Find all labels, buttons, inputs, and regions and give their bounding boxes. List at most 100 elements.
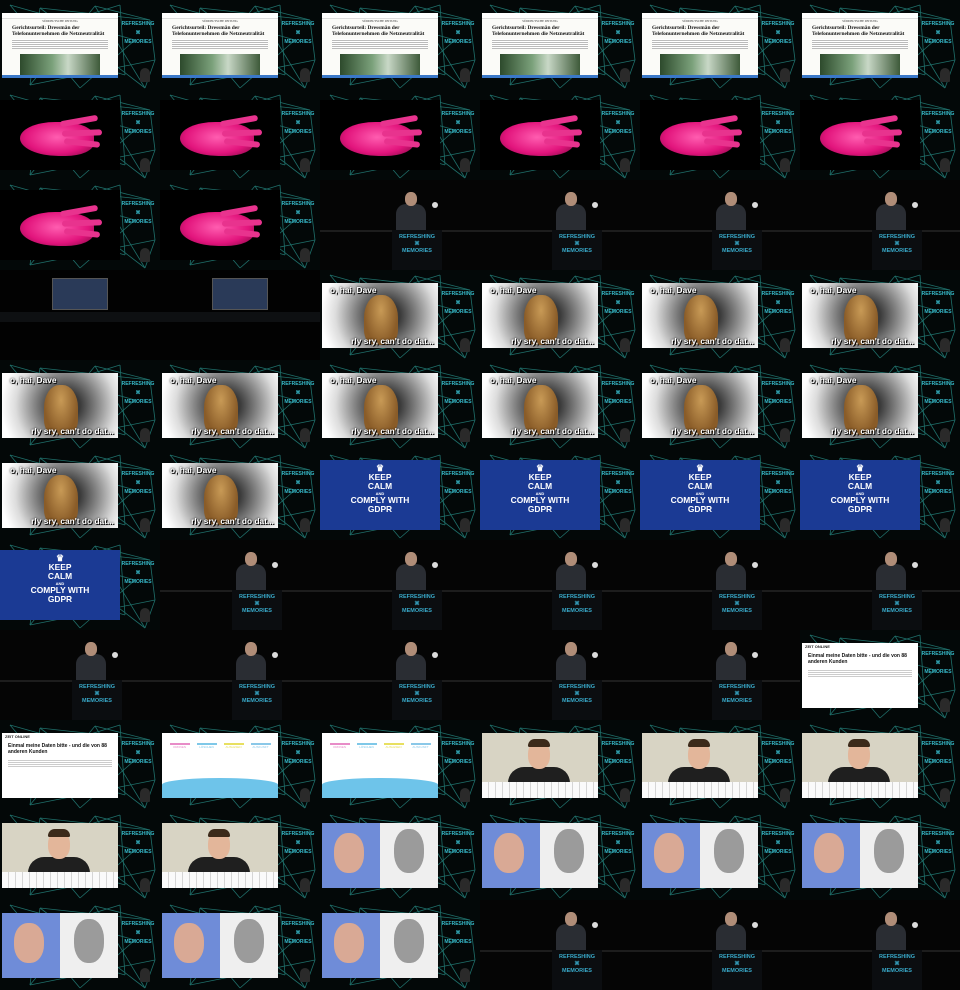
- logo-mark: ⌘: [935, 660, 941, 666]
- stage-speaker: [940, 698, 950, 712]
- frame-thumbnail: REFRESHING ⌘ MEMORIES: [800, 720, 960, 810]
- stage-floor: [0, 312, 160, 322]
- stage-logo: REFRESHING ⌘ MEMORIES: [440, 20, 476, 66]
- stage-speaker: [300, 788, 310, 802]
- logo-line1: REFRESHING: [601, 291, 635, 297]
- slide-image: o, hai, Dave rly sry, can't do dat...: [2, 463, 118, 528]
- cat-caption-top: o, hai, Dave: [170, 375, 217, 385]
- logo-line1: REFRESHING: [121, 201, 155, 207]
- stage-speaker: [460, 428, 470, 442]
- stage-speaker: [460, 788, 470, 802]
- frame-thumbnail: REFRESHING ⌘ MEMORIES ♛ KEEP CALM AND COMPLY WI…: [640, 450, 800, 540]
- frame-thumbnail: REFRESHING ⌘ MEMORIES ♛ KEEP CALM AND COMPLY WI…: [0, 540, 160, 630]
- calm-line4: GDPR: [47, 594, 73, 604]
- speaker-person: [396, 552, 426, 592]
- stage-logo: REFRESHING ⌘ MEMORIES: [920, 650, 956, 696]
- pink-finger: [61, 129, 103, 137]
- logo-line1: REFRESHING: [121, 21, 155, 27]
- frame-thumbnail: REFRESHING ⌘ MEMORIES: [320, 540, 480, 630]
- paper-photo: [500, 54, 580, 76]
- frame-thumbnail: REFRESHING ⌘ MEMORIES: [480, 810, 640, 900]
- slide-image: SÜDDEUTSCHE ZEITUNG Gerichtsurteil: Dress…: [482, 13, 598, 78]
- slide-image: o, hai, Dave rly sry, can't do dat...: [162, 463, 278, 528]
- logo-line2: MEMORIES: [604, 489, 632, 495]
- podium-mark: ⌘: [414, 691, 420, 697]
- podium-mark: ⌘: [414, 601, 420, 607]
- speaker-head: [885, 192, 897, 206]
- logo-line1: REFRESHING: [281, 381, 315, 387]
- stage-speaker: [780, 788, 790, 802]
- logo-mark: ⌘: [935, 750, 941, 756]
- frame-thumbnail: REFRESHING ⌘ MEMORIES: [320, 900, 480, 990]
- calm-line2: CALM: [527, 481, 553, 491]
- podium: REFRESHING ⌘ MEMORIES: [392, 230, 442, 270]
- logo-mark: ⌘: [295, 840, 301, 846]
- logo-line1: REFRESHING: [121, 921, 155, 927]
- speaker-body: [556, 654, 586, 682]
- podium: REFRESHING ⌘ MEMORIES: [872, 230, 922, 270]
- pink-finger: [221, 129, 263, 137]
- logo-line2: MEMORIES: [124, 849, 152, 855]
- podium-line1: REFRESHING: [558, 594, 596, 600]
- stage-speaker: [620, 428, 630, 442]
- stage-logo: REFRESHING ⌘ MEMORIES: [440, 110, 476, 156]
- stage-speaker: [140, 158, 150, 172]
- stage-speaker: [940, 428, 950, 442]
- logo-line2: MEMORIES: [124, 39, 152, 45]
- logo-line2: MEMORIES: [444, 489, 472, 495]
- cat-caption-top: o, hai, Dave: [810, 375, 857, 385]
- portrait-hair: [48, 829, 70, 837]
- calm-line4: GDPR: [847, 504, 873, 514]
- podium: REFRESHING ⌘ MEMORIES: [232, 590, 282, 630]
- online-brand: ZEIT ONLINE: [805, 644, 830, 649]
- stage-logo: REFRESHING ⌘ MEMORIES: [280, 470, 316, 516]
- calm-line2: CALM: [847, 481, 873, 491]
- logo-mark: ⌘: [935, 480, 941, 486]
- podium-line2: MEMORIES: [722, 608, 752, 614]
- online-title: Einmal meine Daten bitte - und die von 8…: [808, 653, 907, 665]
- logo-mark: ⌘: [135, 840, 141, 846]
- stage-speaker: [620, 788, 630, 802]
- stage-light: [592, 922, 598, 928]
- logo-mark: ⌘: [775, 390, 781, 396]
- stage-speaker: [940, 788, 950, 802]
- podium-mark: ⌘: [734, 241, 740, 247]
- cat-caption-top: o, hai, Dave: [490, 285, 537, 295]
- paper-bottom-bar: [642, 75, 758, 78]
- stage-logo: REFRESHING ⌘ MEMORIES: [600, 740, 636, 786]
- logo-line2: MEMORIES: [284, 489, 312, 495]
- logo-line1: REFRESHING: [121, 831, 155, 837]
- stage-speaker: [140, 428, 150, 442]
- faces-left-portrait: [174, 923, 204, 963]
- logo-mark: ⌘: [455, 930, 461, 936]
- pink-finger: [381, 129, 423, 137]
- stage-logo: REFRESHING ⌘ MEMORIES: [600, 380, 636, 426]
- logo-mark: ⌘: [295, 750, 301, 756]
- info-column: ORDNEN: [329, 743, 350, 763]
- slide-image: o, hai, Dave rly sry, can't do dat...: [802, 373, 918, 438]
- frame-thumbnail: REFRESHING ⌘ MEMORIES o, hai, Dave rly sry, …: [320, 270, 480, 360]
- cat-caption-bottom: rly sry, can't do dat...: [831, 336, 914, 346]
- frame-thumbnail: REFRESHING ⌘ MEMORIES o, hai, Dave rly sry, …: [0, 360, 160, 450]
- stage-logo: REFRESHING ⌘ MEMORIES: [920, 380, 956, 426]
- logo-line1: REFRESHING: [121, 381, 155, 387]
- stage-speaker: [460, 158, 470, 172]
- logo-line1: REFRESHING: [441, 111, 475, 117]
- speaker-body: [396, 204, 426, 232]
- logo-line1: REFRESHING: [761, 291, 795, 297]
- stage-logo: REFRESHING ⌘ MEMORIES: [600, 290, 636, 336]
- paper-body-text: [492, 39, 588, 49]
- podium-mark: ⌘: [574, 691, 580, 697]
- slide-image: SÜDDEUTSCHE ZEITUNG Gerichtsurteil: Dress…: [322, 13, 438, 78]
- logo-line1: REFRESHING: [921, 831, 955, 837]
- logo-mark: ⌘: [455, 750, 461, 756]
- podium-line1: REFRESHING: [558, 684, 596, 690]
- podium-line1: REFRESHING: [238, 594, 276, 600]
- slide-image: SÜDDEUTSCHE ZEITUNG Gerichtsurteil: Dress…: [802, 13, 918, 78]
- slide-image: ORDNEN LÖSCHEN AUSLESEN AUSKUNFT: [162, 733, 278, 798]
- logo-line1: REFRESHING: [441, 831, 475, 837]
- frame-thumbnail: REFRESHING ⌘ MEMORIES: [640, 900, 800, 990]
- pink-palm: [20, 212, 94, 246]
- pink-palm: [340, 122, 414, 156]
- frame-thumbnail: [0, 270, 160, 360]
